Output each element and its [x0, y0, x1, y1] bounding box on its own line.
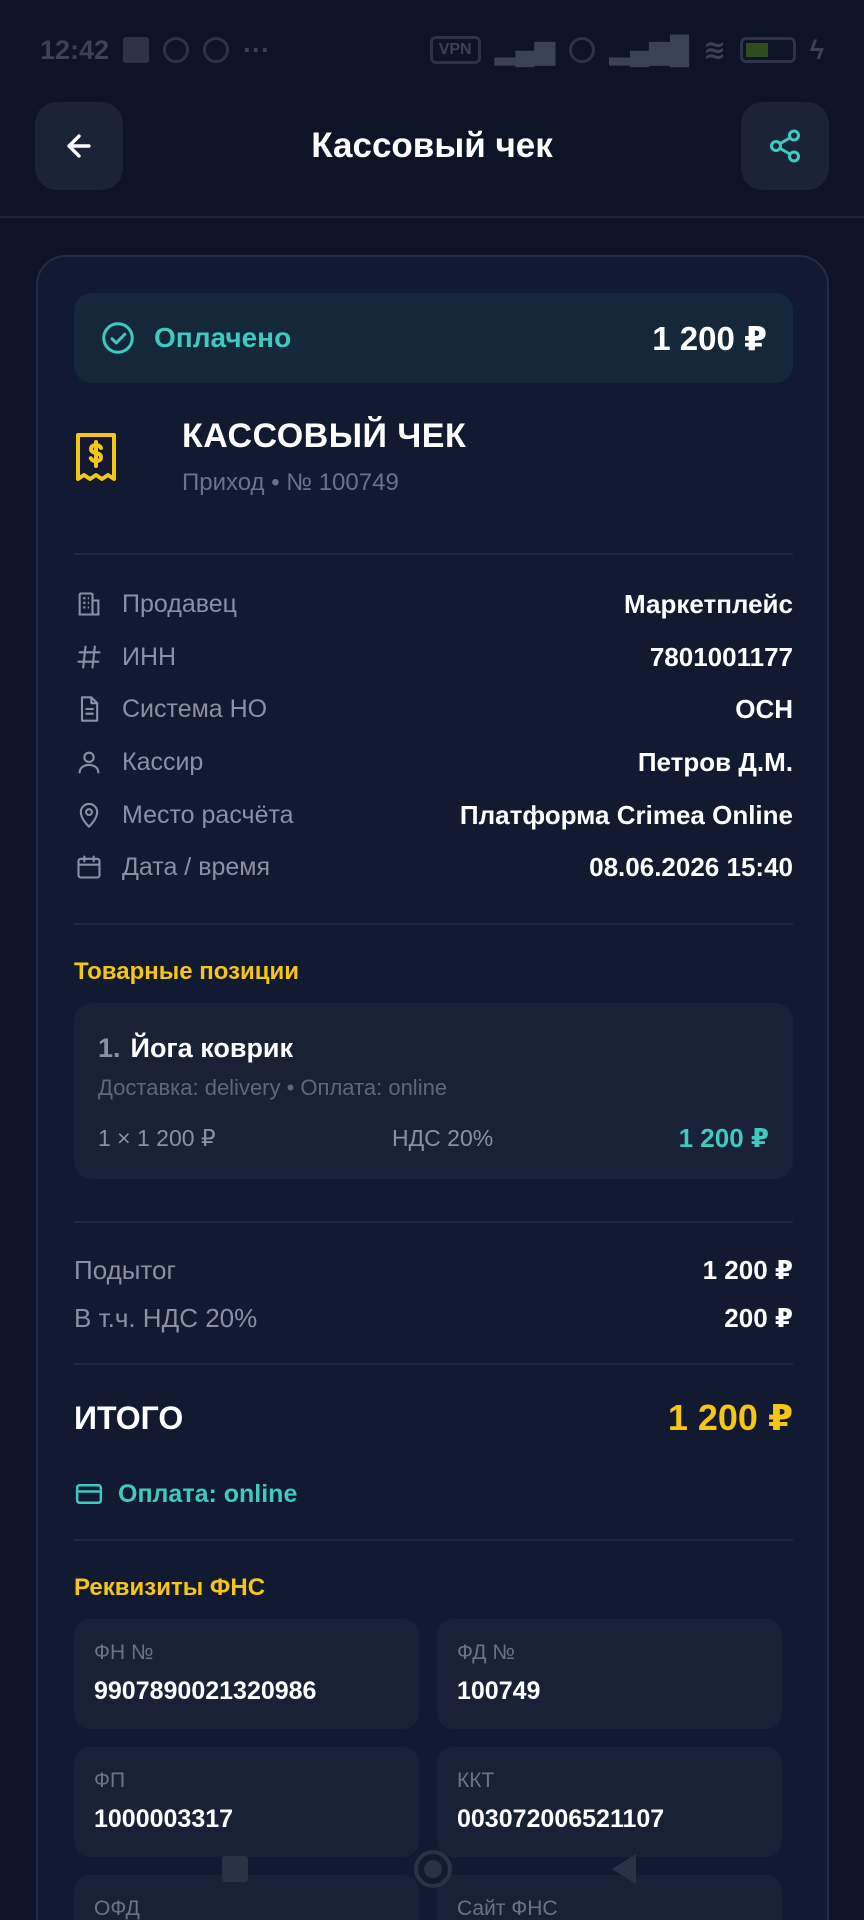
item-vat: НДС 20% — [392, 1125, 494, 1151]
info-label: Система НО — [122, 694, 268, 723]
info-label: Место расчёта — [122, 800, 294, 829]
info-row-tax-system: Система НО ОСН — [74, 689, 793, 729]
sync-icon — [569, 37, 596, 63]
subtotal-row: Подытог 1 200 ₽ — [74, 1255, 793, 1286]
fns-value: 1000003317 — [94, 1805, 234, 1833]
divider — [74, 923, 793, 925]
info-label: Продавец — [122, 589, 237, 618]
location-pin-icon — [74, 800, 104, 830]
app-notification-icon — [163, 37, 190, 63]
calendar-icon — [74, 852, 104, 882]
more-notifications-icon: ··· — [243, 34, 271, 65]
fns-section-title: Реквизиты ФНС — [74, 1574, 266, 1601]
receipt-title: КАССОВЫЙ ЧЕК — [182, 417, 467, 455]
info-row-datetime: Дата / время 08.06.2026 15:40 — [74, 847, 793, 887]
system-nav-bar — [0, 1840, 864, 1900]
fns-label: ККТ — [457, 1769, 495, 1792]
status-amount: 1 200 ₽ — [652, 319, 767, 357]
info-value: ОСН — [735, 693, 793, 724]
subtotal-label: Подытог — [74, 1255, 176, 1285]
receipt-dollar-icon — [76, 433, 116, 481]
app-header: Кассовый чек — [0, 100, 864, 218]
document-icon — [74, 694, 104, 724]
wifi-icon: ≋ — [703, 34, 726, 65]
divider — [74, 1539, 793, 1541]
list-item: 1. Йога коврик Доставка: delivery • Оплат… — [74, 1003, 793, 1179]
payment-status-banner: Оплачено 1 200 ₽ — [74, 293, 793, 383]
fns-value: 100749 — [457, 1677, 541, 1705]
info-row-cashier: Кассир Петров Д.М. — [74, 742, 793, 782]
charging-icon: ϟ — [809, 34, 824, 65]
info-label: Дата / время — [122, 852, 271, 881]
check-circle-icon — [102, 322, 134, 354]
payment-label: Оплата: online — [118, 1479, 298, 1508]
signal-icon: ▂▄▆ — [494, 34, 556, 65]
grand-total-label: ИТОГО — [74, 1399, 184, 1436]
home-button[interactable] — [414, 1850, 452, 1888]
system-back-button[interactable] — [612, 1854, 636, 1884]
info-value: 08.06.2026 15:40 — [589, 851, 793, 882]
battery-icon — [739, 37, 796, 63]
divider — [74, 553, 793, 555]
fns-field-fd: ФД № 100749 — [437, 1619, 782, 1729]
share-icon — [770, 129, 800, 163]
fns-label: Сайт ФНС — [457, 1897, 558, 1920]
receipt-card: Оплачено 1 200 ₽ КАССОВЫЙ ЧЕК Приход • №… — [36, 255, 829, 1920]
info-value: 7801001177 — [649, 641, 793, 672]
receipt-heading: КАССОВЫЙ ЧЕК Приход • № 100749 — [74, 417, 793, 517]
info-label: Кассир — [122, 747, 204, 776]
notification-icon — [123, 37, 150, 63]
item-name: 1. Йога коврик — [98, 1033, 293, 1064]
item-meta: Доставка: delivery • Оплата: online — [98, 1075, 448, 1100]
vat-label: В т.ч. НДС 20% — [74, 1303, 258, 1333]
grand-total-row: ИТОГО 1 200 ₽ — [74, 1397, 793, 1439]
recent-apps-button[interactable] — [222, 1856, 248, 1882]
share-button[interactable] — [741, 102, 829, 190]
info-row-inn: ИНН 7801001177 — [74, 637, 793, 677]
page-title: Кассовый чек — [311, 126, 553, 165]
info-value: Платформа Crimea Online — [459, 799, 793, 830]
grand-total-value: 1 200 ₽ — [667, 1397, 793, 1438]
info-value: Петров Д.М. — [637, 746, 793, 777]
payment-method: Оплата: online — [74, 1479, 297, 1509]
fns-field-fn: ФН № 9907890021320986 — [74, 1619, 419, 1729]
vat-value: 200 ₽ — [724, 1303, 793, 1333]
info-row-location: Место расчёта Платформа Crimea Online — [74, 795, 793, 835]
info-row-seller: Продавец Маркетплейс — [74, 584, 793, 624]
fns-value: 003072006521107 — [457, 1805, 665, 1833]
info-label: ИНН — [122, 642, 177, 671]
item-sum: 1 200 ₽ — [678, 1123, 769, 1153]
vpn-icon: VPN — [429, 36, 481, 64]
info-value: Маркетплейс — [624, 588, 793, 619]
fns-label: ОФД — [94, 1897, 140, 1920]
items-section-title: Товарные позиции — [74, 958, 300, 985]
divider — [74, 1221, 793, 1223]
user-icon — [74, 747, 104, 777]
vat-row: В т.ч. НДС 20% 200 ₽ — [74, 1303, 793, 1334]
item-quantity: 1 × 1 200 ₽ — [98, 1125, 216, 1151]
item-number: 1. — [98, 1033, 121, 1063]
fns-value: 9907890021320986 — [94, 1677, 317, 1705]
building-icon — [74, 589, 104, 619]
fns-label: ФД № — [457, 1641, 515, 1664]
globe-icon — [203, 37, 230, 63]
credit-card-icon — [75, 1484, 103, 1504]
receipt-subtitle: Приход • № 100749 — [182, 469, 399, 496]
status-bar: 12:42 ··· VPN ▂▄▆ ▂▄▆█ ≋ ϟ — [0, 0, 864, 100]
fns-label: ФП — [94, 1769, 126, 1792]
signal-strength-icon: ▂▄▆█ — [609, 34, 690, 65]
divider — [74, 1363, 793, 1365]
subtotal-value: 1 200 ₽ — [702, 1255, 793, 1285]
status-label: Оплачено — [154, 322, 292, 353]
status-time: 12:42 — [40, 34, 110, 65]
item-title: Йога коврик — [130, 1033, 294, 1063]
hash-icon — [74, 642, 104, 672]
fns-label: ФН № — [94, 1641, 154, 1664]
